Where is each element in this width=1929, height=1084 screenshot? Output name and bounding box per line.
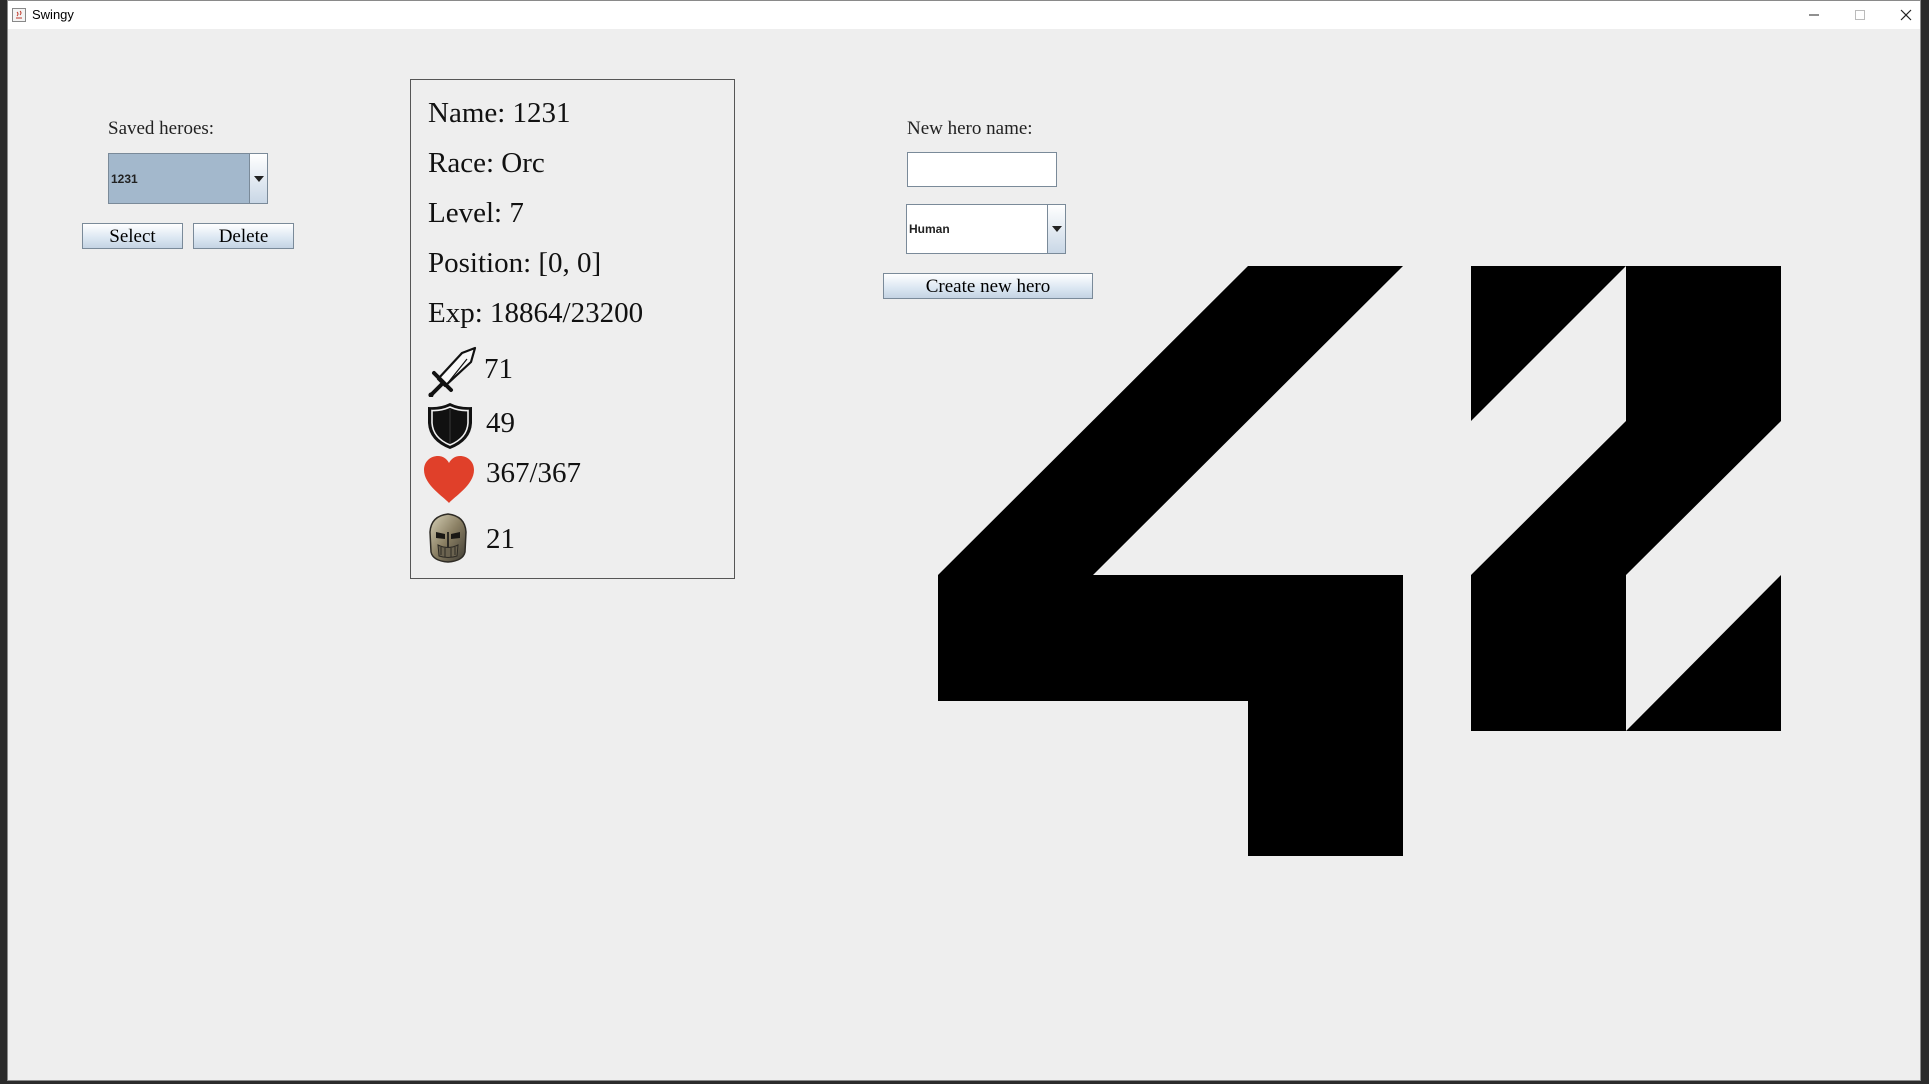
heart-icon	[424, 456, 474, 503]
app-window: Swingy Saved heroes: 1231 Select Delete …	[7, 0, 1921, 1081]
race-combo[interactable]: Human	[906, 204, 1066, 254]
shield-icon	[428, 403, 472, 449]
chevron-down-icon[interactable]	[1047, 205, 1065, 253]
saved-heroes-label: Saved heroes:	[108, 118, 215, 139]
hero-exp: Exp: 18864/23200	[428, 297, 644, 329]
select-button[interactable]: Select	[82, 223, 183, 249]
minimize-icon	[1809, 14, 1819, 16]
close-icon	[1900, 9, 1912, 21]
maximize-button[interactable]	[1837, 1, 1883, 29]
race-selected: Human	[909, 222, 950, 236]
hero-level: Level: 7	[428, 197, 524, 229]
close-button[interactable]	[1883, 1, 1920, 29]
new-hero-name-label: New hero name:	[907, 118, 1033, 139]
saved-heroes-selected: 1231	[111, 171, 138, 186]
hero-name: Name: 1231	[428, 97, 571, 129]
helm-value: 21	[486, 523, 515, 555]
hero-position: Position: [0, 0]	[428, 247, 602, 279]
helmet-icon	[429, 513, 467, 563]
maximize-icon	[1855, 10, 1865, 20]
hero-stats-panel: Name: 1231 Race: Orc Level: 7 Position: …	[410, 79, 735, 579]
attack-value: 71	[484, 353, 513, 385]
defense-value: 49	[486, 407, 515, 439]
delete-button[interactable]: Delete	[193, 223, 294, 249]
saved-heroes-combo[interactable]: 1231	[108, 153, 268, 204]
hp-value: 367/367	[486, 457, 582, 489]
42-logo	[938, 266, 1781, 856]
minimize-button[interactable]	[1791, 1, 1837, 29]
java-app-icon	[12, 8, 26, 22]
new-hero-name-input[interactable]	[907, 152, 1057, 187]
chevron-down-icon[interactable]	[249, 154, 267, 203]
hero-race: Race: Orc	[428, 147, 545, 179]
title-bar[interactable]: Swingy	[8, 1, 1920, 29]
sword-icon	[428, 346, 477, 397]
window-title: Swingy	[32, 7, 74, 22]
